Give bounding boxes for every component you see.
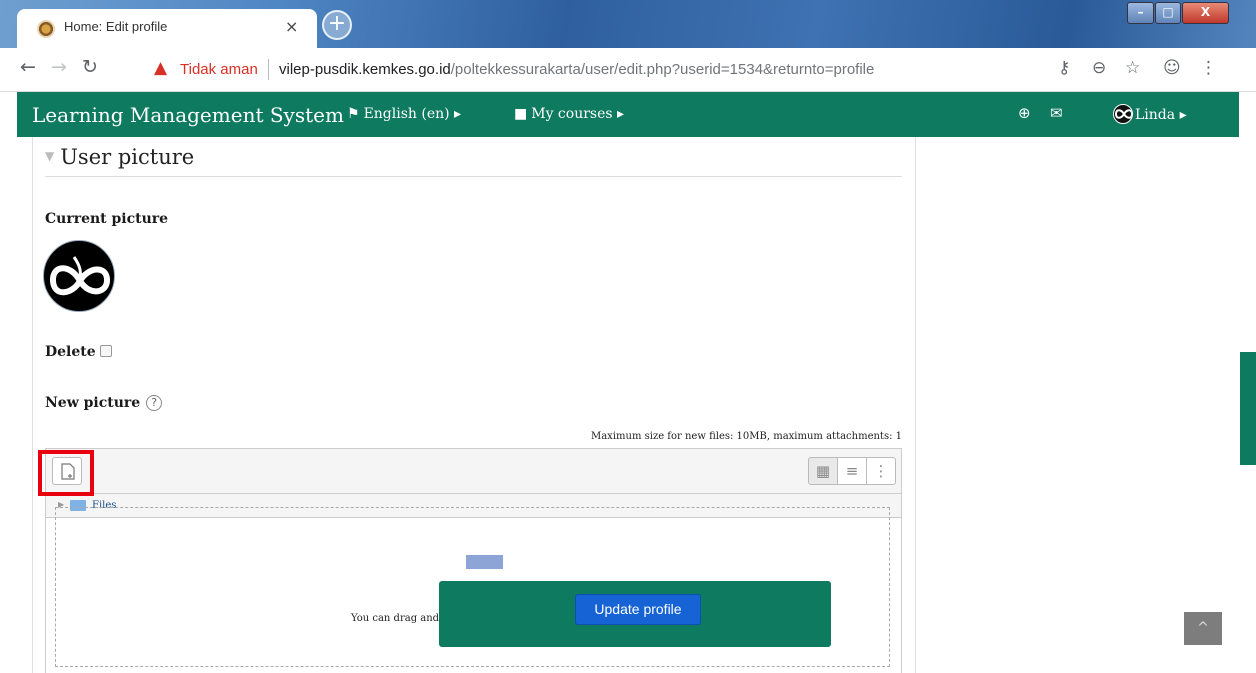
warning-icon: ▲ (154, 58, 168, 78)
favicon-icon (37, 20, 55, 38)
delete-checkbox[interactable] (99, 345, 112, 357)
my-courses-menu[interactable]: ■ My courses ▸ (514, 106, 624, 122)
new-tab-button[interactable]: + (322, 10, 352, 40)
current-picture (43, 240, 115, 312)
delete-label: Delete (45, 344, 96, 360)
key-icon[interactable]: ⚷ (1058, 58, 1070, 78)
language-menu[interactable]: ⚑ English (en) ▸ (347, 106, 461, 122)
back-to-top-button[interactable]: ^ (1184, 612, 1222, 645)
lms-navbar: Learning Management System ⚑ English (en)… (17, 92, 1239, 137)
user-avatar-small (1113, 104, 1133, 124)
my-courses-label: My courses (531, 106, 613, 122)
list-view-icon[interactable]: ≡ (837, 457, 867, 485)
forward-arrow-icon[interactable]: → (51, 56, 67, 78)
tree-view-icon[interactable]: ⋮ (866, 457, 896, 485)
section-header[interactable]: ▼ User picture (45, 145, 194, 169)
user-menu[interactable]: Linda ▸ (1113, 104, 1187, 124)
menu-dots-icon[interactable]: ⋮ (1200, 58, 1217, 78)
file-picker-toolbar: ▦ ≡ ⋮ (46, 449, 901, 494)
grid-view-icon[interactable]: ▦ (808, 457, 838, 485)
view-switcher: ▦ ≡ ⋮ (808, 457, 896, 485)
url-text[interactable]: vilep-pusdik.kemkes.go.id/poltekkessurak… (279, 61, 874, 78)
profile-icon[interactable]: ☺ (1163, 58, 1181, 78)
caret-right-icon: ▸ (617, 106, 625, 122)
flag-icon: ⚑ (347, 106, 360, 122)
drawer-toggle[interactable] (1240, 352, 1256, 465)
upload-icon (466, 555, 503, 569)
reload-icon[interactable]: ↻ (82, 56, 98, 78)
user-name: Linda (1135, 107, 1176, 123)
update-profile-button[interactable]: Update profile (575, 594, 701, 625)
chevron-up-icon: ^ (1197, 620, 1209, 636)
star-icon[interactable]: ☆ (1125, 58, 1140, 78)
briefcase-icon: ■ (514, 106, 528, 122)
tab-close-icon[interactable]: × (285, 17, 298, 36)
window-controls: – □ X (1127, 2, 1230, 26)
mail-icon[interactable]: ✉ (1050, 104, 1063, 122)
browser-tabstrip: Home: Edit profile × + – □ X (0, 0, 1256, 48)
section-divider (45, 176, 902, 177)
omnibox-divider (268, 59, 269, 80)
section-title: User picture (60, 145, 195, 169)
zoom-icon[interactable]: ⊖ (1092, 58, 1106, 78)
add-file-highlight (38, 450, 94, 496)
help-icon[interactable]: ? (146, 395, 163, 411)
close-window-button[interactable]: X (1182, 2, 1229, 24)
collapse-caret-icon: ▼ (45, 149, 55, 163)
sticky-footer: Update profile (439, 581, 831, 647)
new-picture-label: New picture (45, 395, 141, 411)
url-host: vilep-pusdik.kemkes.go.id (279, 61, 451, 78)
back-arrow-icon[interactable]: ← (20, 56, 36, 78)
security-label[interactable]: Tidak aman (180, 61, 258, 78)
download-icon[interactable]: ⊕ (1018, 104, 1031, 122)
address-bar[interactable]: ▲ Tidak aman vilep-pusdik.kemkes.go.id/p… (148, 56, 998, 84)
tab-title: Home: Edit profile (64, 19, 168, 34)
new-picture-field: New picture? (45, 395, 163, 411)
current-picture-label: Current picture (45, 211, 169, 227)
minimize-button[interactable]: – (1127, 2, 1154, 24)
max-size-note: Maximum size for new files: 10MB, maximu… (590, 431, 902, 442)
language-label: English (en) (363, 106, 450, 122)
drop-zone-text: You can drag and (351, 613, 440, 624)
maximize-button[interactable]: □ (1155, 2, 1181, 24)
url-path: /poltekkessurakarta/user/edit.php?userid… (450, 61, 875, 78)
browser-tab[interactable]: Home: Edit profile × (17, 9, 317, 48)
delete-field: Delete (45, 344, 112, 360)
browser-toolbar: ← → ↻ ▲ Tidak aman vilep-pusdik.kemkes.g… (0, 48, 1256, 92)
site-brand[interactable]: Learning Management System (32, 103, 344, 127)
caret-right-icon: ▸ (1179, 107, 1187, 123)
caret-right-icon: ▸ (454, 106, 462, 122)
